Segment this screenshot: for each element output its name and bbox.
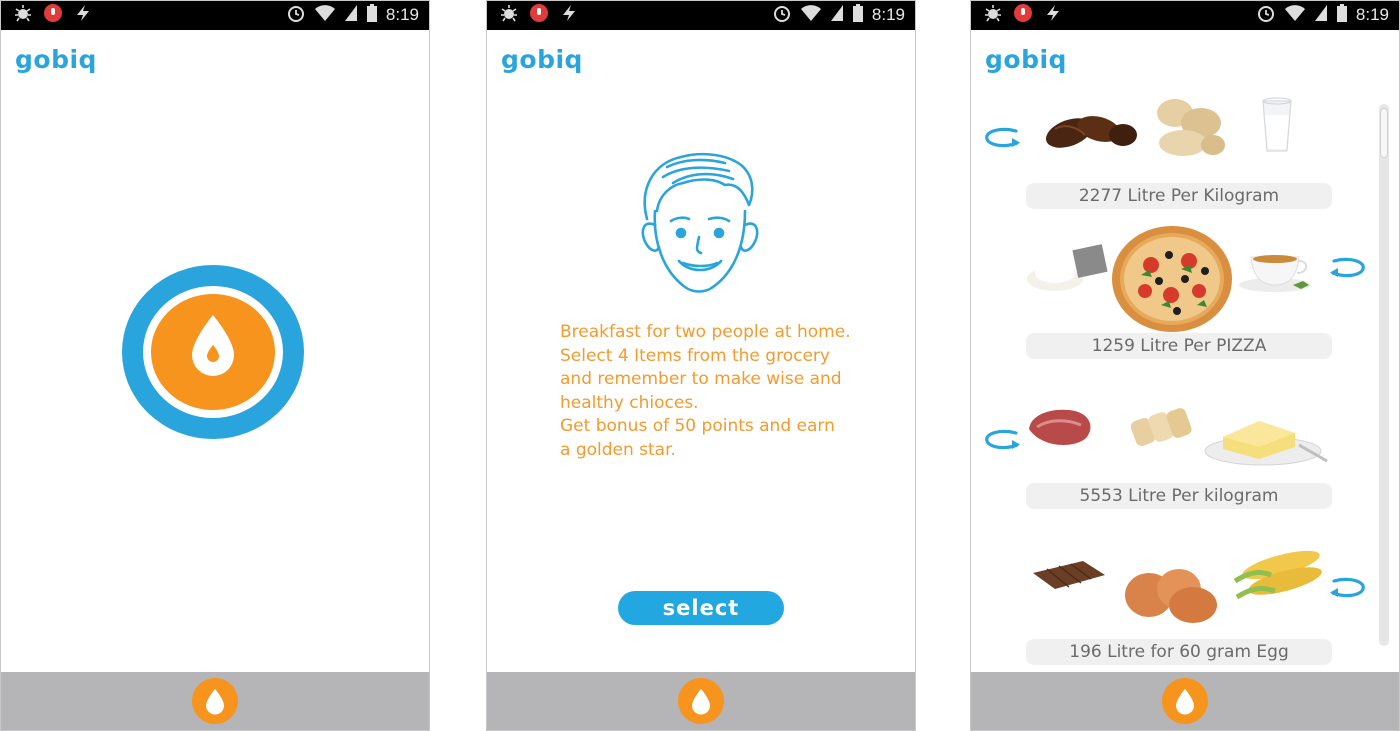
instruction-line: Select 4 Items from the grocery <box>560 345 830 366</box>
battery-icon <box>852 3 864 28</box>
flour-image[interactable] <box>1025 241 1109 297</box>
flash-icon <box>73 3 93 28</box>
wifi-icon <box>1284 3 1306 28</box>
record-icon <box>1013 3 1033 28</box>
wifi-icon <box>800 3 822 28</box>
record-icon <box>43 3 63 28</box>
water-footprint-label: 5553 Litre Per kilogram <box>1026 483 1332 509</box>
corn-image[interactable] <box>1231 541 1331 601</box>
rotate-icon[interactable] <box>1327 573 1367 601</box>
bottom-bar <box>1 672 429 730</box>
scrollbar-thumb[interactable] <box>1380 108 1388 158</box>
water-drop-logo <box>122 265 304 439</box>
water-footprint-label: 1259 Litre Per PIZZA <box>1026 333 1332 359</box>
beef-image[interactable] <box>1025 405 1095 449</box>
water-drop-icon <box>690 688 712 715</box>
brand-logo: gobiq <box>985 45 1067 74</box>
instruction-line: and remember to make wise and <box>560 369 842 390</box>
phone-splash-screen: 8:19 gobiq <box>0 0 430 731</box>
alarm-icon <box>1256 3 1276 28</box>
water-footprint-label: 196 Litre for 60 gram Egg <box>1026 639 1332 665</box>
flash-icon <box>559 3 579 28</box>
chocolate-image[interactable] <box>1029 557 1109 593</box>
status-bar: 8:19 <box>1 1 429 30</box>
brand-logo: gobiq <box>501 45 583 74</box>
bread-image[interactable] <box>1129 405 1203 449</box>
water-footprint-label: 2277 Litre Per Kilogram <box>1026 183 1332 209</box>
rotate-icon[interactable] <box>983 123 1023 151</box>
peanuts-image[interactable] <box>1153 93 1225 161</box>
bug-icon <box>983 3 1003 28</box>
bottom-bar <box>971 672 1399 730</box>
tea-image[interactable] <box>1237 245 1313 293</box>
alarm-icon <box>286 3 306 28</box>
brand-logo: gobiq <box>15 45 97 74</box>
scrollbar[interactable] <box>1379 104 1389 646</box>
status-time: 8:19 <box>385 5 419 24</box>
bug-icon <box>13 3 33 28</box>
eggs-image[interactable] <box>1121 561 1225 625</box>
water-drop-icon <box>204 688 226 715</box>
food-list[interactable]: 2277 Litre Per Kilogram 1259 Litre Per P… <box>971 89 1371 673</box>
instruction-line: Breakfast for two people at home. <box>560 322 851 342</box>
home-button[interactable] <box>1162 678 1208 724</box>
signal-icon <box>830 3 844 28</box>
phone-foods-screen: 8:19 gobiq 2277 Litre Per Kilogram 1259 … <box>970 0 1400 731</box>
instruction-line: a golden star. <box>560 439 676 460</box>
status-time: 8:19 <box>1355 5 1389 24</box>
record-icon <box>529 3 549 28</box>
water-drop-icon <box>1174 688 1196 715</box>
alarm-icon <box>772 3 792 28</box>
home-button[interactable] <box>192 678 238 724</box>
butter-image[interactable] <box>1203 407 1329 469</box>
battery-icon <box>366 3 378 28</box>
pizza-image[interactable] <box>1111 225 1233 333</box>
signal-icon <box>344 3 358 28</box>
battery-icon <box>1336 3 1348 28</box>
signal-icon <box>1314 3 1328 28</box>
wifi-icon <box>314 3 336 28</box>
phone-briefing-screen: 8:19 gobiq Breakfast for two people at h… <box>486 0 916 731</box>
milk-image[interactable] <box>1257 95 1297 155</box>
instruction-line: healthy chioces. <box>560 392 699 413</box>
instructions-text: Breakfast for two people at home. Select… <box>560 321 880 463</box>
flash-icon <box>1043 3 1063 28</box>
rotate-icon[interactable] <box>1327 253 1367 281</box>
bug-icon <box>499 3 519 28</box>
select-button[interactable]: select <box>618 591 784 625</box>
instruction-line: Get bonus of 50 points and earn <box>560 416 835 437</box>
status-time: 8:19 <box>871 5 905 24</box>
bottom-bar <box>487 672 915 730</box>
boy-face-avatar <box>641 152 759 293</box>
dates-image[interactable] <box>1041 95 1141 161</box>
status-bar: 8:19 <box>971 1 1399 30</box>
rotate-icon[interactable] <box>983 425 1023 453</box>
home-button[interactable] <box>678 678 724 724</box>
status-bar: 8:19 <box>487 1 915 30</box>
